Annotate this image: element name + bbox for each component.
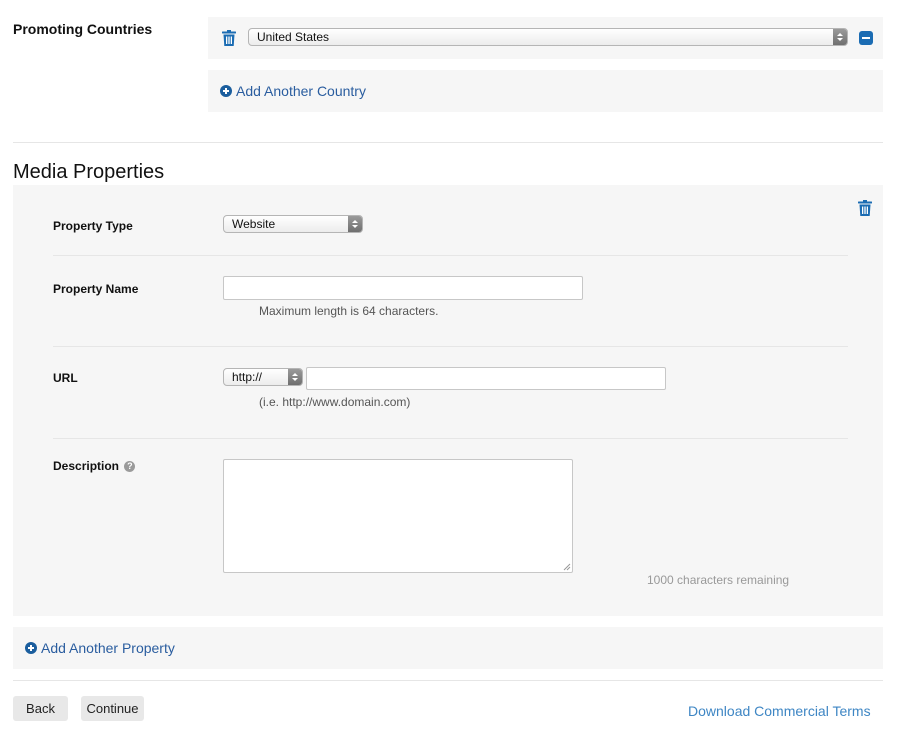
url-label: URL xyxy=(53,371,78,385)
url-scheme-value: http:// xyxy=(232,370,263,384)
url-hint: (i.e. http://www.domain.com) xyxy=(259,395,411,409)
country-row: United States xyxy=(208,17,883,59)
divider xyxy=(13,142,883,143)
property-type-label: Property Type xyxy=(53,219,133,233)
chevron-updown-icon xyxy=(288,369,302,385)
country-select[interactable]: United States xyxy=(248,28,848,46)
download-terms-link[interactable]: Download Commercial Terms xyxy=(688,703,871,719)
add-country-link[interactable]: Add Another Country xyxy=(220,83,366,99)
add-property-label: Add Another Property xyxy=(41,640,175,656)
description-label: Description ? xyxy=(53,459,136,473)
remove-country-button[interactable] xyxy=(859,31,873,45)
property-type-value: Website xyxy=(232,217,276,231)
add-property-link[interactable]: Add Another Property xyxy=(25,640,175,656)
property-type-select[interactable]: Website xyxy=(223,215,363,233)
divider xyxy=(13,680,883,681)
description-label-text: Description xyxy=(53,459,120,473)
divider xyxy=(53,438,848,439)
trash-icon[interactable] xyxy=(858,200,872,221)
add-country-label: Add Another Country xyxy=(236,83,366,99)
trash-icon[interactable] xyxy=(222,30,236,51)
url-input[interactable] xyxy=(306,367,666,390)
minus-icon xyxy=(862,37,870,39)
resize-handle-icon[interactable] xyxy=(562,562,571,571)
help-icon[interactable]: ? xyxy=(124,461,136,473)
country-select-value: United States xyxy=(257,30,330,44)
promoting-countries-label: Promoting Countries xyxy=(13,21,153,37)
divider xyxy=(53,255,848,256)
chevron-updown-icon xyxy=(833,29,847,45)
chevron-updown-icon xyxy=(348,216,362,232)
property-name-input[interactable] xyxy=(223,276,583,300)
plus-circle-icon xyxy=(220,85,232,97)
description-textarea[interactable] xyxy=(223,459,573,573)
add-property-panel: Add Another Property xyxy=(13,627,883,669)
add-country-panel: Add Another Country xyxy=(208,70,883,112)
back-button[interactable]: Back xyxy=(13,696,68,721)
divider xyxy=(53,346,848,347)
property-name-hint: Maximum length is 64 characters. xyxy=(259,304,439,318)
continue-button[interactable]: Continue xyxy=(81,696,144,721)
plus-circle-icon xyxy=(25,642,37,654)
media-properties-title: Media Properties xyxy=(13,161,165,183)
property-name-label: Property Name xyxy=(53,282,139,296)
description-remaining: 1000 characters remaining xyxy=(647,573,790,587)
url-scheme-select[interactable]: http:// xyxy=(223,368,303,386)
media-property-panel: Property Type Website Property Name Maxi… xyxy=(13,185,883,616)
